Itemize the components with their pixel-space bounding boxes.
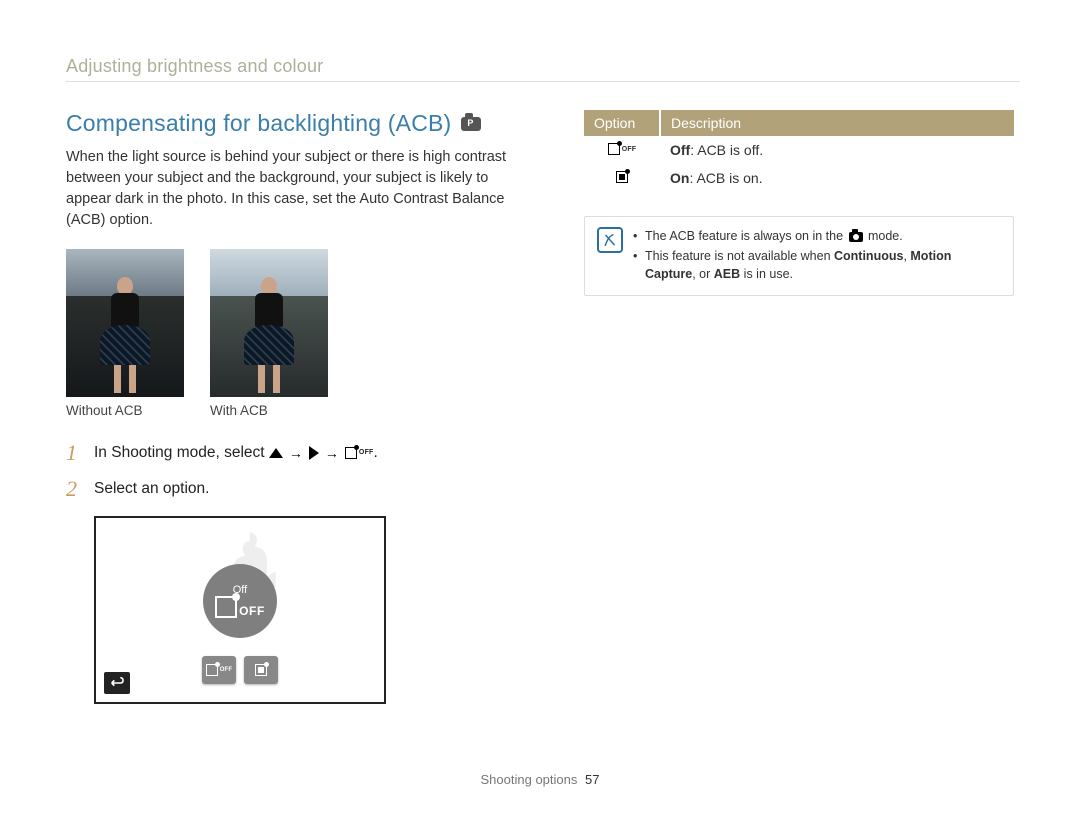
- back-button[interactable]: [104, 672, 130, 694]
- option-thumb-on[interactable]: [244, 656, 278, 684]
- step-1-text: In Shooting mode, select: [94, 444, 265, 461]
- intro-paragraph: When the light source is behind your sub…: [66, 147, 534, 231]
- auto-mode-icon: [849, 232, 863, 242]
- acb-on-icon: [616, 170, 628, 184]
- table-row: On: ACB is on.: [584, 164, 1014, 192]
- page-heading: Compensating for backlighting (ACB): [66, 110, 451, 137]
- comparison-photos: Without ACB With ACB: [66, 249, 534, 418]
- note-box: The ACB feature is always on in the mode…: [584, 216, 1014, 296]
- divider: [66, 81, 1020, 82]
- table-row: OFF Off: ACB is off.: [584, 136, 1014, 164]
- arrow-icon: →: [325, 445, 339, 461]
- option-name: Off: [670, 142, 690, 158]
- acb-off-icon: OFF: [345, 446, 374, 460]
- acb-off-icon: OFF: [206, 663, 233, 677]
- table-head-description: Description: [660, 110, 1014, 136]
- section-title: Adjusting brightness and colour: [66, 56, 1020, 77]
- option-thumb-off[interactable]: OFF: [202, 656, 236, 684]
- options-table: Option Description OFF Off: ACB is off. …: [584, 110, 1014, 192]
- note-line: The ACB feature is always on in the mode…: [633, 227, 1001, 245]
- step-1-suffix: .: [374, 444, 378, 461]
- step-1: 1 In Shooting mode, select → → OFF .: [66, 440, 534, 466]
- acb-off-large-icon: OFF: [215, 596, 265, 618]
- photo-with-acb: [210, 249, 328, 397]
- caption-without-acb: Without ACB: [66, 403, 184, 418]
- step-number: 2: [66, 476, 84, 502]
- footer-label: Shooting options: [481, 772, 578, 787]
- program-mode-icon: [461, 117, 481, 131]
- option-desc: : ACB is on.: [689, 170, 762, 186]
- acb-on-icon: [255, 663, 267, 677]
- camera-screen-illustration: Off OFF OFF: [94, 516, 386, 704]
- selected-option-badge: Off OFF: [203, 564, 277, 638]
- page-number: 57: [585, 772, 599, 787]
- option-desc: : ACB is off.: [690, 142, 763, 158]
- photo-without-acb: [66, 249, 184, 397]
- step-2: 2 Select an option.: [66, 476, 534, 502]
- arrow-icon: →: [289, 445, 303, 461]
- option-name: On: [670, 170, 689, 186]
- note-icon: [597, 227, 623, 253]
- right-icon: [309, 446, 319, 460]
- up-icon: [269, 448, 283, 458]
- table-head-option: Option: [584, 110, 660, 136]
- note-line: This feature is not available when Conti…: [633, 247, 1001, 283]
- acb-off-icon: OFF: [608, 142, 637, 156]
- page-footer: Shooting options 57: [0, 772, 1080, 787]
- step-number: 1: [66, 440, 84, 466]
- caption-with-acb: With ACB: [210, 403, 328, 418]
- back-arrow-icon: [109, 676, 125, 690]
- step-2-text: Select an option.: [94, 480, 209, 498]
